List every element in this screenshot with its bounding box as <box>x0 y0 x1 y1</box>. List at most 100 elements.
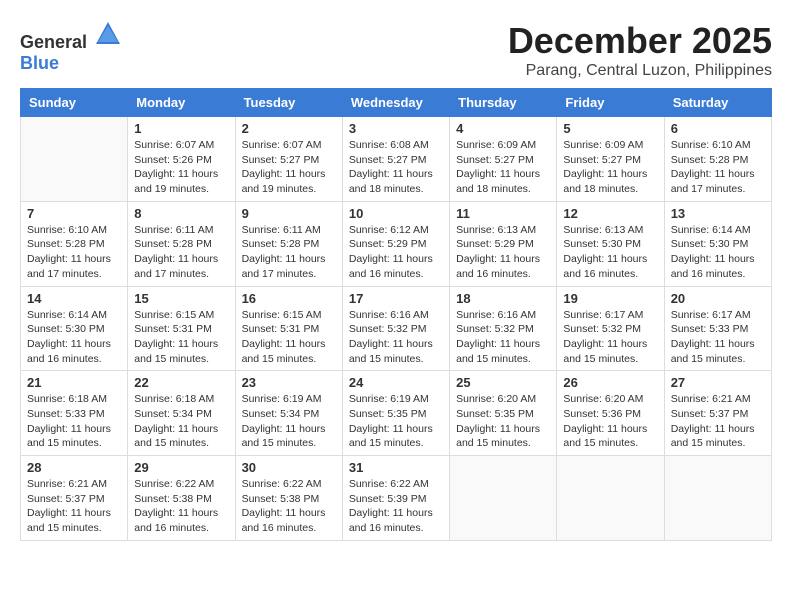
calendar-week-row: 21 Sunrise: 6:18 AM Sunset: 5:33 PM Dayli… <box>21 371 772 456</box>
calendar-cell <box>664 456 771 541</box>
calendar-cell <box>21 117 128 202</box>
calendar-cell: 24 Sunrise: 6:19 AM Sunset: 5:35 PM Dayli… <box>342 371 449 456</box>
weekday-header: Thursday <box>450 89 557 117</box>
calendar-table: SundayMondayTuesdayWednesdayThursdayFrid… <box>20 88 772 541</box>
day-number: 30 <box>242 460 336 475</box>
logo: General Blue <box>20 20 122 74</box>
day-number: 18 <box>456 291 550 306</box>
day-info: Sunrise: 6:16 AM Sunset: 5:32 PM Dayligh… <box>349 308 443 367</box>
calendar-cell: 23 Sunrise: 6:19 AM Sunset: 5:34 PM Dayli… <box>235 371 342 456</box>
day-info: Sunrise: 6:07 AM Sunset: 5:26 PM Dayligh… <box>134 138 228 197</box>
day-info: Sunrise: 6:15 AM Sunset: 5:31 PM Dayligh… <box>134 308 228 367</box>
day-number: 31 <box>349 460 443 475</box>
day-number: 24 <box>349 375 443 390</box>
calendar-cell: 10Sunrise: 6:12 AM Sunset: 5:29 PM Dayli… <box>342 201 449 286</box>
calendar-week-row: 14Sunrise: 6:14 AM Sunset: 5:30 PM Dayli… <box>21 286 772 371</box>
day-number: 5 <box>563 121 657 136</box>
day-info: Sunrise: 6:22 AM Sunset: 5:38 PM Dayligh… <box>134 477 228 536</box>
calendar-cell: 2 Sunrise: 6:07 AM Sunset: 5:27 PM Daylig… <box>235 117 342 202</box>
calendar-week-row: 28Sunrise: 6:21 AM Sunset: 5:37 PM Dayli… <box>21 456 772 541</box>
weekday-header: Friday <box>557 89 664 117</box>
location-title: Parang, Central Luzon, Philippines <box>508 62 772 80</box>
day-number: 3 <box>349 121 443 136</box>
weekday-header: Sunday <box>21 89 128 117</box>
day-number: 21 <box>27 375 121 390</box>
day-info: Sunrise: 6:09 AM Sunset: 5:27 PM Dayligh… <box>563 138 657 197</box>
day-info: Sunrise: 6:21 AM Sunset: 5:37 PM Dayligh… <box>27 477 121 536</box>
month-title: December 2025 <box>508 20 772 62</box>
weekday-header: Tuesday <box>235 89 342 117</box>
day-info: Sunrise: 6:17 AM Sunset: 5:33 PM Dayligh… <box>671 308 765 367</box>
logo-blue: Blue <box>20 53 59 73</box>
calendar-cell: 5 Sunrise: 6:09 AM Sunset: 5:27 PM Daylig… <box>557 117 664 202</box>
day-info: Sunrise: 6:13 AM Sunset: 5:30 PM Dayligh… <box>563 223 657 282</box>
logo-icon <box>94 20 122 48</box>
day-number: 19 <box>563 291 657 306</box>
day-number: 1 <box>134 121 228 136</box>
day-number: 11 <box>456 206 550 221</box>
calendar-cell: 20 Sunrise: 6:17 AM Sunset: 5:33 PM Dayli… <box>664 286 771 371</box>
day-info: Sunrise: 6:11 AM Sunset: 5:28 PM Dayligh… <box>242 223 336 282</box>
calendar-cell: 28Sunrise: 6:21 AM Sunset: 5:37 PM Dayli… <box>21 456 128 541</box>
calendar-cell: 17Sunrise: 6:16 AM Sunset: 5:32 PM Dayli… <box>342 286 449 371</box>
day-info: Sunrise: 6:08 AM Sunset: 5:27 PM Dayligh… <box>349 138 443 197</box>
calendar-cell: 25 Sunrise: 6:20 AM Sunset: 5:35 PM Dayli… <box>450 371 557 456</box>
calendar-header-row: SundayMondayTuesdayWednesdayThursdayFrid… <box>21 89 772 117</box>
day-number: 26 <box>563 375 657 390</box>
day-number: 15 <box>134 291 228 306</box>
calendar-cell: 16 Sunrise: 6:15 AM Sunset: 5:31 PM Dayli… <box>235 286 342 371</box>
day-info: Sunrise: 6:07 AM Sunset: 5:27 PM Dayligh… <box>242 138 336 197</box>
calendar-cell: 15 Sunrise: 6:15 AM Sunset: 5:31 PM Dayli… <box>128 286 235 371</box>
day-info: Sunrise: 6:22 AM Sunset: 5:39 PM Dayligh… <box>349 477 443 536</box>
calendar-cell: 12 Sunrise: 6:13 AM Sunset: 5:30 PM Dayli… <box>557 201 664 286</box>
calendar-cell: 6Sunrise: 6:10 AM Sunset: 5:28 PM Daylig… <box>664 117 771 202</box>
calendar-week-row: 7Sunrise: 6:10 AM Sunset: 5:28 PM Daylig… <box>21 201 772 286</box>
day-number: 2 <box>242 121 336 136</box>
day-number: 29 <box>134 460 228 475</box>
calendar-cell: 1 Sunrise: 6:07 AM Sunset: 5:26 PM Daylig… <box>128 117 235 202</box>
day-number: 12 <box>563 206 657 221</box>
day-number: 6 <box>671 121 765 136</box>
day-info: Sunrise: 6:22 AM Sunset: 5:38 PM Dayligh… <box>242 477 336 536</box>
day-info: Sunrise: 6:21 AM Sunset: 5:37 PM Dayligh… <box>671 392 765 451</box>
calendar-cell: 26 Sunrise: 6:20 AM Sunset: 5:36 PM Dayli… <box>557 371 664 456</box>
calendar-cell <box>450 456 557 541</box>
day-info: Sunrise: 6:18 AM Sunset: 5:33 PM Dayligh… <box>27 392 121 451</box>
day-number: 13 <box>671 206 765 221</box>
calendar-cell: 21 Sunrise: 6:18 AM Sunset: 5:33 PM Dayli… <box>21 371 128 456</box>
day-number: 9 <box>242 206 336 221</box>
day-number: 23 <box>242 375 336 390</box>
day-info: Sunrise: 6:19 AM Sunset: 5:35 PM Dayligh… <box>349 392 443 451</box>
day-info: Sunrise: 6:14 AM Sunset: 5:30 PM Dayligh… <box>27 308 121 367</box>
day-number: 16 <box>242 291 336 306</box>
day-number: 25 <box>456 375 550 390</box>
logo-general: General <box>20 32 87 52</box>
day-number: 10 <box>349 206 443 221</box>
weekday-header: Monday <box>128 89 235 117</box>
day-info: Sunrise: 6:14 AM Sunset: 5:30 PM Dayligh… <box>671 223 765 282</box>
calendar-cell: 9 Sunrise: 6:11 AM Sunset: 5:28 PM Daylig… <box>235 201 342 286</box>
calendar-cell: 4 Sunrise: 6:09 AM Sunset: 5:27 PM Daylig… <box>450 117 557 202</box>
calendar-cell: 13 Sunrise: 6:14 AM Sunset: 5:30 PM Dayli… <box>664 201 771 286</box>
calendar-cell: 29 Sunrise: 6:22 AM Sunset: 5:38 PM Dayli… <box>128 456 235 541</box>
day-info: Sunrise: 6:13 AM Sunset: 5:29 PM Dayligh… <box>456 223 550 282</box>
day-number: 27 <box>671 375 765 390</box>
day-info: Sunrise: 6:20 AM Sunset: 5:35 PM Dayligh… <box>456 392 550 451</box>
day-info: Sunrise: 6:09 AM Sunset: 5:27 PM Dayligh… <box>456 138 550 197</box>
day-info: Sunrise: 6:10 AM Sunset: 5:28 PM Dayligh… <box>27 223 121 282</box>
calendar-cell: 19 Sunrise: 6:17 AM Sunset: 5:32 PM Dayli… <box>557 286 664 371</box>
day-info: Sunrise: 6:19 AM Sunset: 5:34 PM Dayligh… <box>242 392 336 451</box>
day-number: 22 <box>134 375 228 390</box>
day-number: 8 <box>134 206 228 221</box>
day-info: Sunrise: 6:15 AM Sunset: 5:31 PM Dayligh… <box>242 308 336 367</box>
day-number: 4 <box>456 121 550 136</box>
day-info: Sunrise: 6:18 AM Sunset: 5:34 PM Dayligh… <box>134 392 228 451</box>
weekday-header: Saturday <box>664 89 771 117</box>
day-info: Sunrise: 6:17 AM Sunset: 5:32 PM Dayligh… <box>563 308 657 367</box>
calendar-cell: 18Sunrise: 6:16 AM Sunset: 5:32 PM Dayli… <box>450 286 557 371</box>
day-info: Sunrise: 6:20 AM Sunset: 5:36 PM Dayligh… <box>563 392 657 451</box>
calendar-cell <box>557 456 664 541</box>
calendar-cell: 14Sunrise: 6:14 AM Sunset: 5:30 PM Dayli… <box>21 286 128 371</box>
day-number: 20 <box>671 291 765 306</box>
calendar-cell: 22 Sunrise: 6:18 AM Sunset: 5:34 PM Dayli… <box>128 371 235 456</box>
